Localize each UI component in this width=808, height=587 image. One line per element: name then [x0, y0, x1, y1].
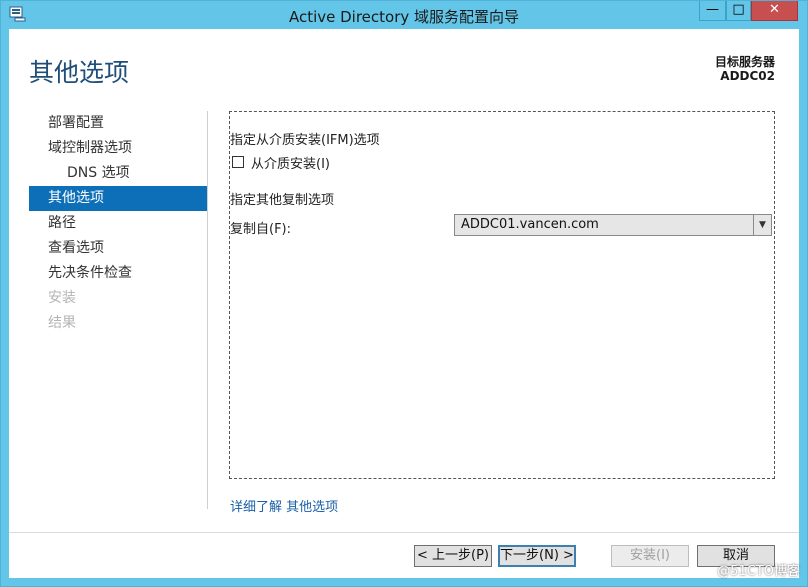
window-title: Active Directory 域服务配置向导 — [288, 8, 520, 26]
dropdown-arrow-icon[interactable]: ▼ — [753, 215, 771, 235]
close-button[interactable]: ✕ — [751, 1, 798, 21]
replication-section-heading: 指定其他复制选项 — [230, 193, 335, 208]
footer-divider — [9, 532, 799, 533]
replicate-from-combobox[interactable]: ADDC01.vancen.com ▼ — [454, 214, 772, 236]
nav-item-prereq-check[interactable]: 先决条件检查 — [29, 261, 207, 286]
maximize-button[interactable]: □ — [726, 1, 751, 21]
replicate-from-label: 复制自(F): — [230, 222, 292, 237]
ifm-checkbox-row[interactable]: 从介质安装(I) — [232, 153, 330, 172]
nav-divider — [207, 111, 208, 509]
ifm-section-heading: 指定从介质安装(IFM)选项 — [230, 133, 380, 148]
nav-item-dns-options[interactable]: DNS 选项 — [29, 161, 207, 186]
ifm-checkbox[interactable] — [232, 156, 244, 168]
learn-more-link[interactable]: 详细了解 其他选项 — [230, 496, 338, 515]
minimize-button[interactable]: — — [699, 1, 726, 21]
ifm-checkbox-label[interactable]: 从介质安装(I) — [251, 153, 330, 172]
replicate-from-value: ADDC01.vancen.com — [461, 217, 599, 232]
next-button[interactable]: 下一步(N) > — [498, 545, 576, 567]
install-button: 安装(I) — [611, 545, 689, 567]
nav-item-deployment[interactable]: 部署配置 — [29, 111, 207, 136]
wizard-window: Active Directory 域服务配置向导 — □ ✕ 其他选项 目标服务… — [0, 0, 808, 587]
nav-item-dc-options[interactable]: 域控制器选项 — [29, 136, 207, 161]
previous-button[interactable]: < 上一步(P) — [414, 545, 492, 567]
options-panel: 指定从介质安装(IFM)选项 从介质安装(I) 指定其他复制选项 复制自(F):… — [229, 111, 775, 479]
page-title: 其他选项 — [29, 58, 130, 87]
title-bar[interactable]: Active Directory 域服务配置向导 — □ ✕ — [1, 1, 807, 29]
watermark: @51CTO博客 — [717, 564, 800, 579]
nav-item-review[interactable]: 查看选项 — [29, 236, 207, 261]
nav-item-additional-options[interactable]: 其他选项 — [29, 186, 207, 211]
nav-item-results: 结果 — [48, 315, 76, 331]
wizard-client-area: 其他选项 目标服务器 ADDC02 部署配置 域控制器选项 DNS 选项 其他选… — [9, 29, 799, 578]
target-server-value: ADDC02 — [720, 69, 775, 83]
target-server-label: 目标服务器 — [714, 55, 775, 69]
nav-item-install: 安装 — [48, 290, 76, 306]
wizard-nav: 部署配置 域控制器选项 DNS 选项 其他选项 路径 查看选项 先决条件检查 安… — [29, 111, 207, 336]
nav-item-paths[interactable]: 路径 — [29, 211, 207, 236]
